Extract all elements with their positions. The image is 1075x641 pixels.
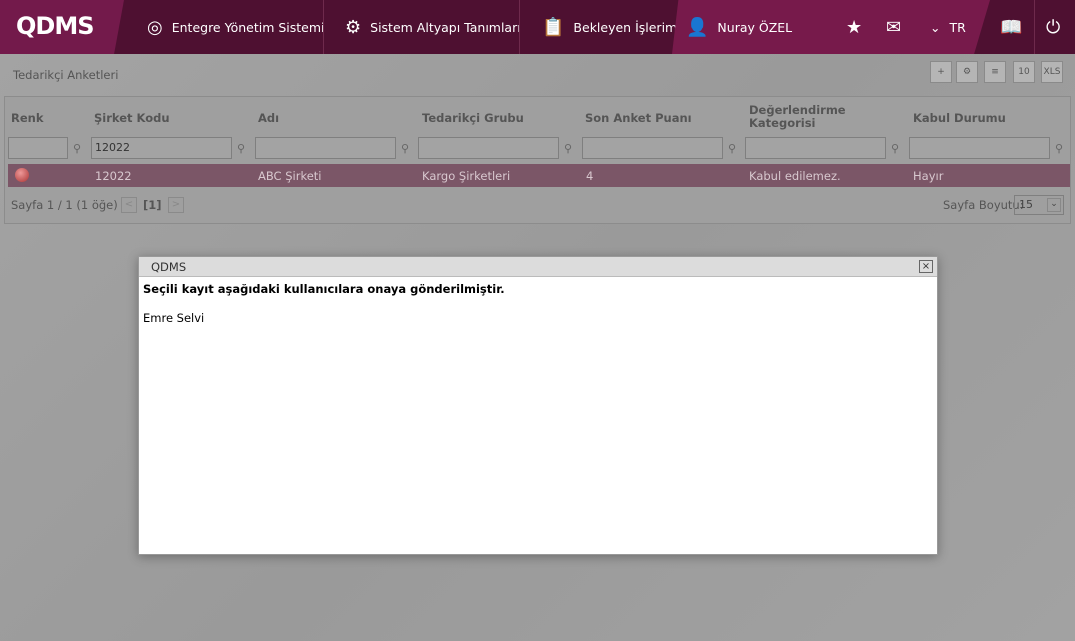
settings-record-button[interactable]: ⚙ [956,61,978,83]
col-sirket-kodu[interactable]: Şirket Kodu [94,111,170,125]
filter-sirket-kodu[interactable]: 12022 [91,137,232,159]
language-select[interactable]: ⌄ TR [930,0,966,54]
info-dialog: QDMS × Seçili kayıt aşağıdaki kullanıcıla… [138,256,938,555]
col-adi[interactable]: Adı [258,111,279,125]
page-current[interactable]: [1] [143,198,162,212]
page-size-select[interactable]: 15 ⌄ [1014,195,1064,215]
xls-icon: XLS [1043,67,1061,77]
calendar-button[interactable]: 10 [1013,61,1035,83]
logout-button[interactable]: ⏻ [1046,0,1060,54]
nav-entegre[interactable]: ◎ Entegre Yönetim Sistemi [147,0,325,54]
user-menu[interactable]: 👤 Nuray ÖZEL [686,0,792,54]
gear-icon: ⚙ [962,67,972,77]
filter-icon[interactable]: ⚲ [564,142,572,155]
page-title: Tedarikçi Anketleri [13,68,119,82]
col-kabul[interactable]: Kabul Durumu [913,111,1006,125]
list-button[interactable]: ≡ [984,61,1006,83]
clipboard-icon: 📋 [542,16,565,38]
pager-info: Sayfa 1 / 1 (1 öğe) [11,198,118,212]
dialog-message: Seçili kayıt aşağıdaki kullanıcılara ona… [143,282,505,296]
filter-grup[interactable] [418,137,559,159]
col-grup[interactable]: Tedarikçi Grubu [422,111,524,125]
calendar-icon: 10 [1018,67,1030,77]
qdms-logo[interactable]: QDMS [16,12,94,40]
filter-icon[interactable]: ⚲ [1055,142,1063,155]
chevron-down-icon: ⌄ [930,19,941,35]
col-puan[interactable]: Son Anket Puanı [585,111,692,125]
next-page-button[interactable]: > [168,197,184,213]
filter-adi[interactable] [255,137,396,159]
filter-kabul[interactable] [909,137,1050,159]
filter-kategori[interactable] [745,137,886,159]
col-kategori[interactable]: Değerlendirme Kategorisi [749,104,859,130]
supplier-grid: Renk Şirket Kodu Adı Tedarikçi Grubu Son… [4,96,1071,224]
book-icon: 📖 [1000,16,1023,38]
nav-bekleyen[interactable]: 📋 Bekleyen İşlerim [542,0,677,54]
help-button[interactable]: 📖 [1000,0,1022,54]
add-icon: + [937,67,945,77]
star-icon: ★ [846,16,863,38]
page-size-label: Sayfa Boyutu: [943,198,1024,212]
qdms-icon: ◎ [147,16,163,38]
filter-renk[interactable] [8,137,68,159]
dialog-user: Emre Selvi [143,311,205,325]
power-icon: ⏻ [1046,16,1061,38]
user-icon: 👤 [686,16,709,38]
filter-icon[interactable]: ⚲ [891,142,899,155]
prev-page-button[interactable]: < [121,197,137,213]
add-record-button[interactable]: + [930,61,952,83]
filter-icon[interactable]: ⚲ [728,142,736,155]
chevron-down-icon: ⌄ [1047,198,1061,212]
table-row[interactable]: 12022 ABC Şirketi Kargo Şirketleri 4 Kab… [8,164,1070,187]
dialog-title: QDMS [151,260,187,274]
filter-puan[interactable] [582,137,723,159]
list-icon: ≡ [991,67,999,77]
nav-sistem[interactable]: ⚙ Sistem Altyapı Tanımları [345,0,521,54]
mail-icon: ✉ [886,16,902,38]
messages-button[interactable]: ✉ [886,0,901,54]
dialog-header: QDMS × [139,257,937,277]
filter-icon[interactable]: ⚲ [401,142,409,155]
close-icon[interactable]: × [919,260,933,273]
filter-icon[interactable]: ⚲ [237,142,245,155]
top-header: QDMS ◎ Entegre Yönetim Sistemi ⚙ Sistem Al… [0,0,1075,54]
filter-icon[interactable]: ⚲ [73,142,81,155]
status-color-icon [15,168,29,182]
favorites-button[interactable]: ★ [846,0,862,54]
gear-icon: ⚙ [345,16,362,38]
col-renk[interactable]: Renk [11,111,44,125]
export-xls-button[interactable]: XLS [1041,61,1063,83]
